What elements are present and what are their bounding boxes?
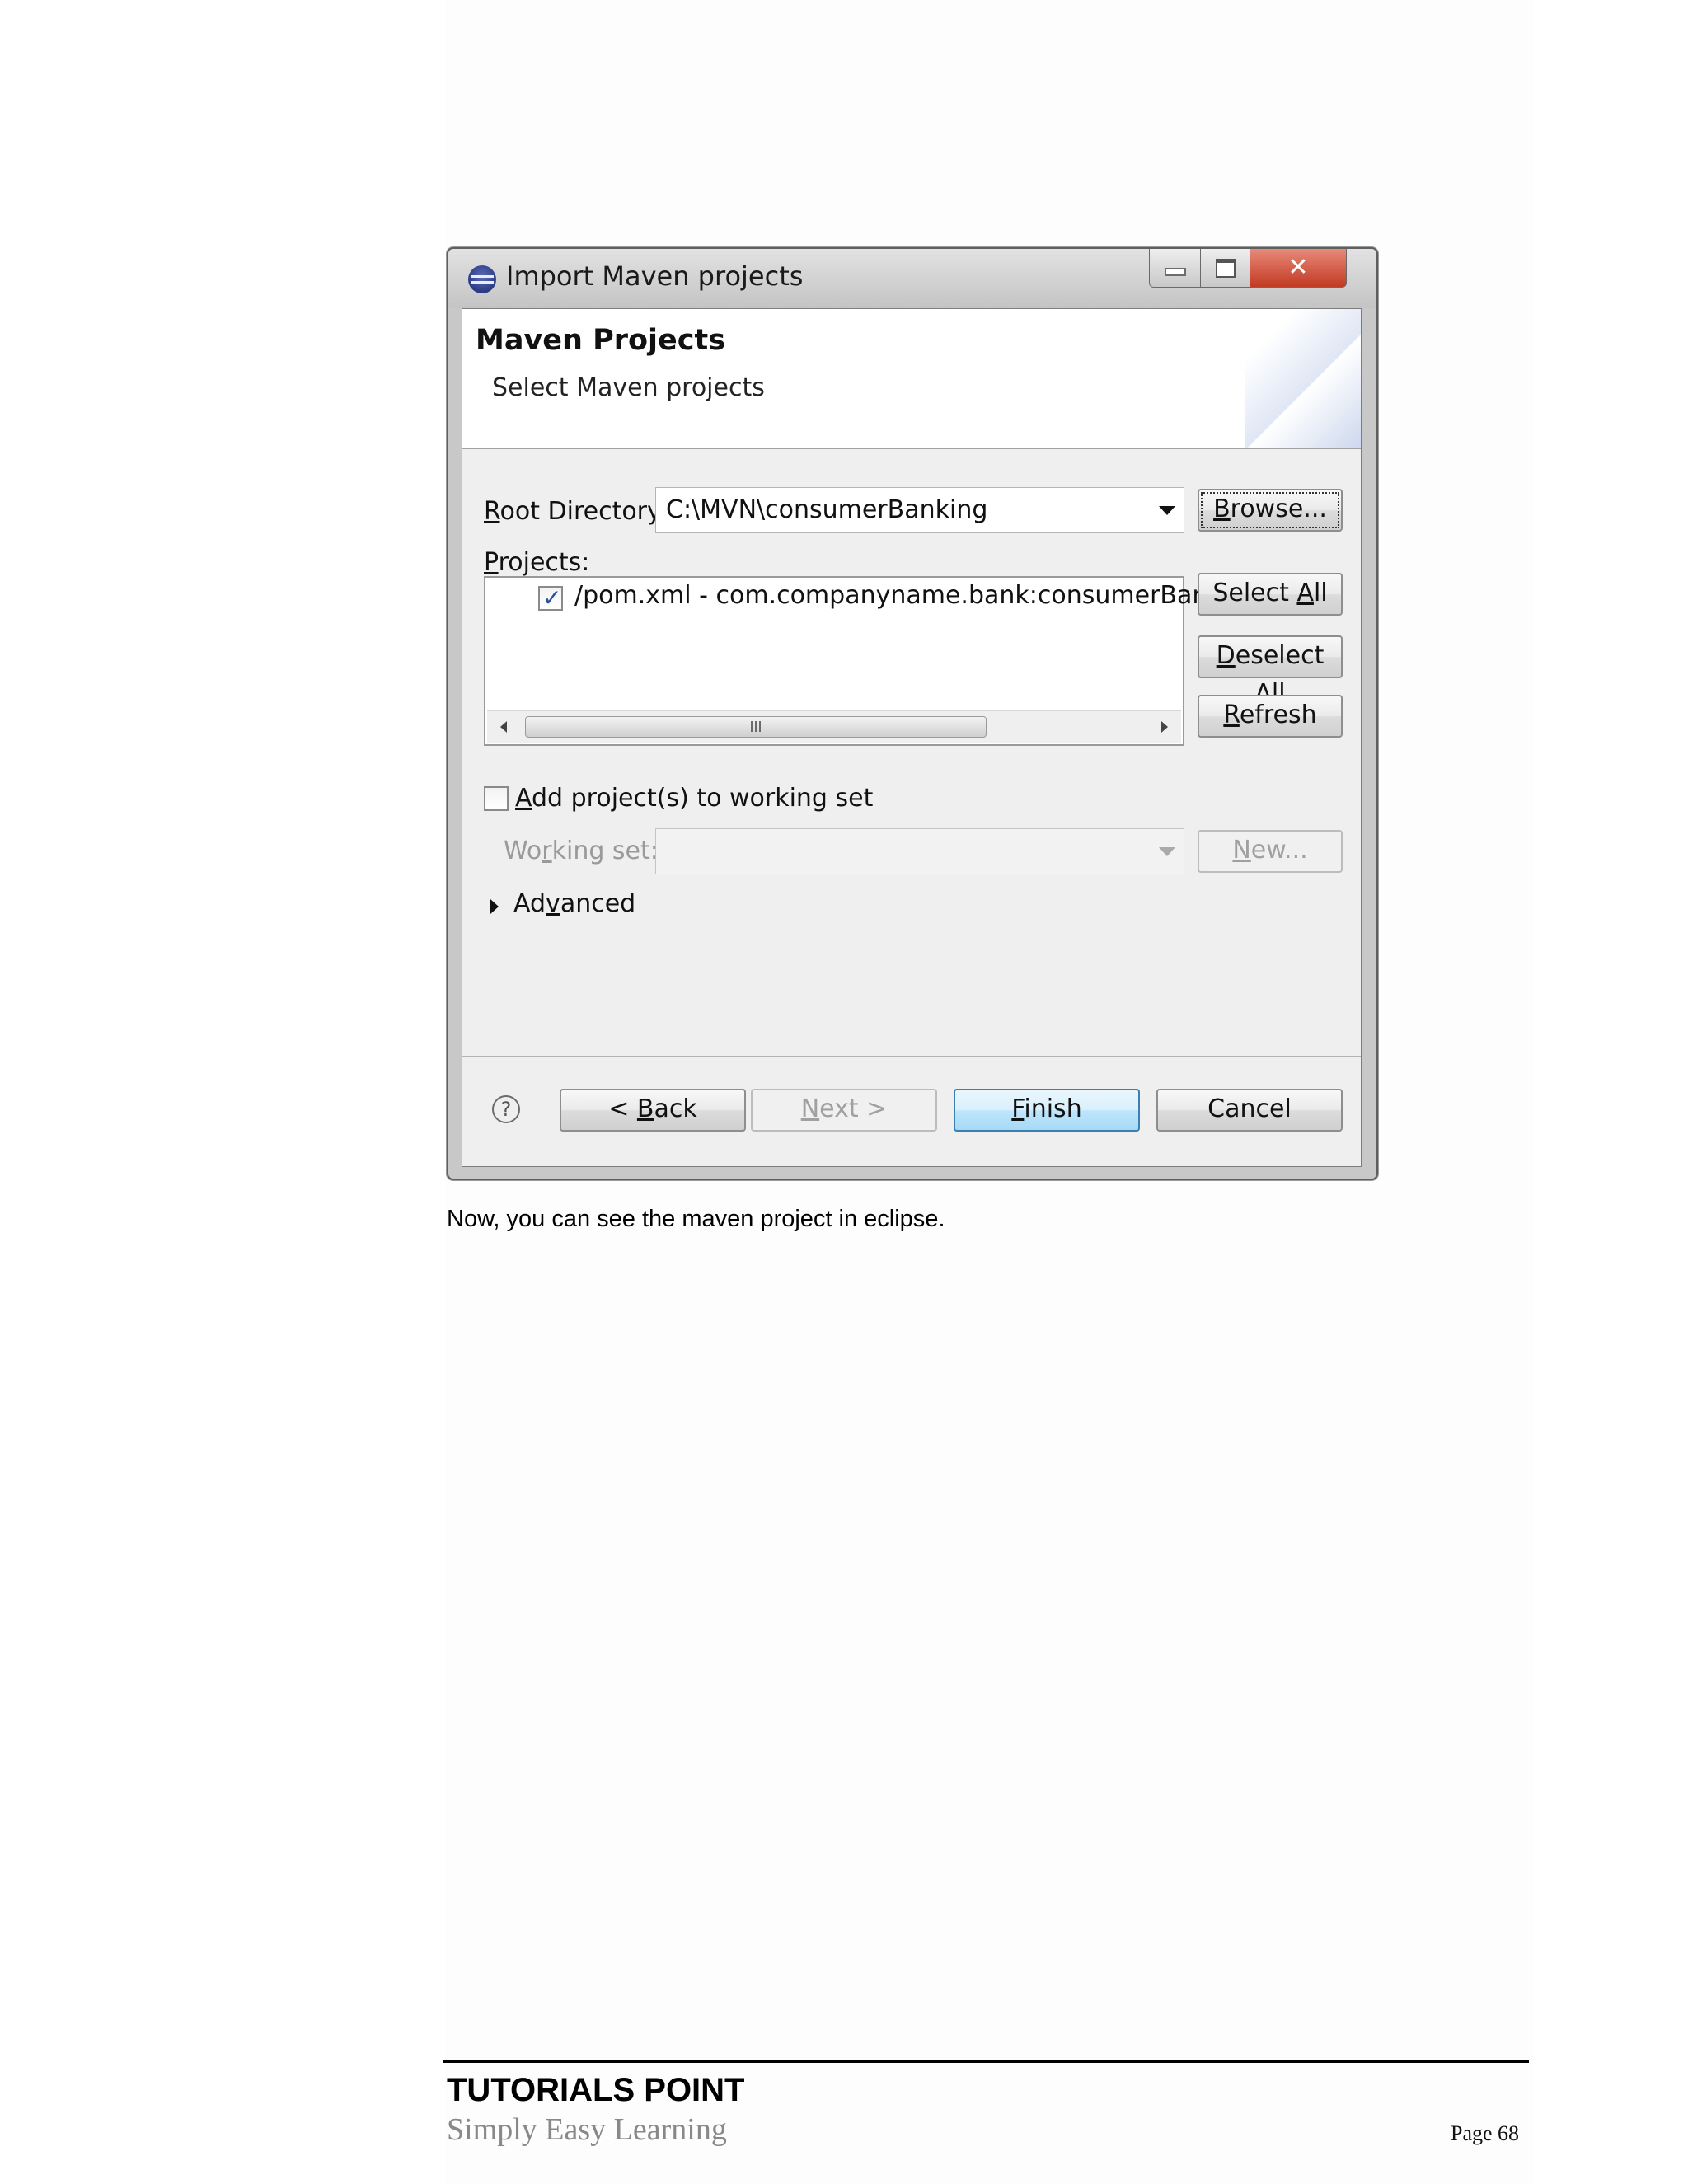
root-directory-value: C:\MVN\consumerBanking: [666, 495, 988, 524]
dropdown-arrow-icon: [1159, 847, 1175, 856]
close-button[interactable]: ✕: [1250, 249, 1347, 288]
scroll-thumb[interactable]: III: [525, 716, 987, 738]
finish-button[interactable]: Finish: [954, 1089, 1140, 1132]
browse-button[interactable]: Browse...: [1198, 489, 1343, 532]
expand-arrow-icon[interactable]: [490, 899, 499, 914]
wizard-title: Maven Projects: [476, 324, 726, 357]
wizard-subtitle: Select Maven projects: [492, 373, 765, 402]
working-set-combo[interactable]: [655, 828, 1184, 874]
maximize-button[interactable]: [1200, 249, 1251, 288]
back-button[interactable]: < Back: [560, 1089, 746, 1132]
footer-divider: [443, 2060, 1529, 2063]
working-set-label: Working set:: [504, 837, 659, 865]
select-all-button[interactable]: Select All: [1198, 573, 1343, 616]
projects-list[interactable]: /pom.xml - com.companyname.bank:consumer…: [484, 576, 1245, 746]
working-set-checkbox-label: Add project(s) to working set: [515, 784, 874, 813]
minimize-button[interactable]: [1149, 249, 1202, 288]
projects-label: Projects:: [484, 548, 590, 577]
brand-tagline: Simply Easy Learning: [447, 2112, 727, 2147]
eclipse-icon: [468, 265, 496, 293]
root-directory-label: Root Directory:: [484, 497, 668, 526]
horizontal-scrollbar[interactable]: III: [487, 710, 1181, 743]
caption-text: Now, you can see the maven project in ec…: [447, 1206, 945, 1232]
next-button[interactable]: Next >: [751, 1089, 937, 1132]
maximize-icon: [1216, 258, 1236, 278]
working-set-checkbox[interactable]: [484, 786, 509, 811]
advanced-toggle[interactable]: Advanced: [513, 889, 635, 918]
refresh-button[interactable]: Refresh: [1198, 695, 1343, 738]
dialog-body: Maven Projects Select Maven projects Roo…: [462, 308, 1362, 1167]
wizard-banner-graphic: [1245, 309, 1361, 448]
scroll-right-icon[interactable]: [1161, 721, 1168, 733]
window-title: Import Maven projects: [506, 260, 804, 292]
root-directory-combo[interactable]: C:\MVN\consumerBanking: [655, 487, 1184, 533]
import-maven-dialog: Import Maven projects ✕ Maven Projects S…: [447, 247, 1378, 1180]
minimize-icon: [1165, 268, 1186, 276]
page-number: Page 68: [1451, 2121, 1520, 2145]
project-item-text: /pom.xml - com.companyname.bank:consumer…: [574, 581, 1245, 610]
scroll-left-icon[interactable]: [500, 721, 507, 733]
brand-name: TUTORIALS POINT: [447, 2072, 745, 2108]
wizard-header: Maven Projects Select Maven projects: [462, 309, 1361, 449]
new-working-set-button[interactable]: New...: [1198, 830, 1343, 873]
deselect-all-button[interactable]: Deselect All: [1198, 635, 1343, 708]
dropdown-arrow-icon: [1159, 506, 1175, 515]
footer-separator: [462, 1056, 1361, 1057]
cancel-button[interactable]: Cancel: [1156, 1089, 1343, 1132]
title-bar[interactable]: Import Maven projects ✕: [448, 249, 1376, 308]
help-icon[interactable]: ?: [492, 1095, 520, 1123]
close-icon: ✕: [1287, 253, 1309, 282]
project-checkbox[interactable]: [538, 584, 563, 612]
